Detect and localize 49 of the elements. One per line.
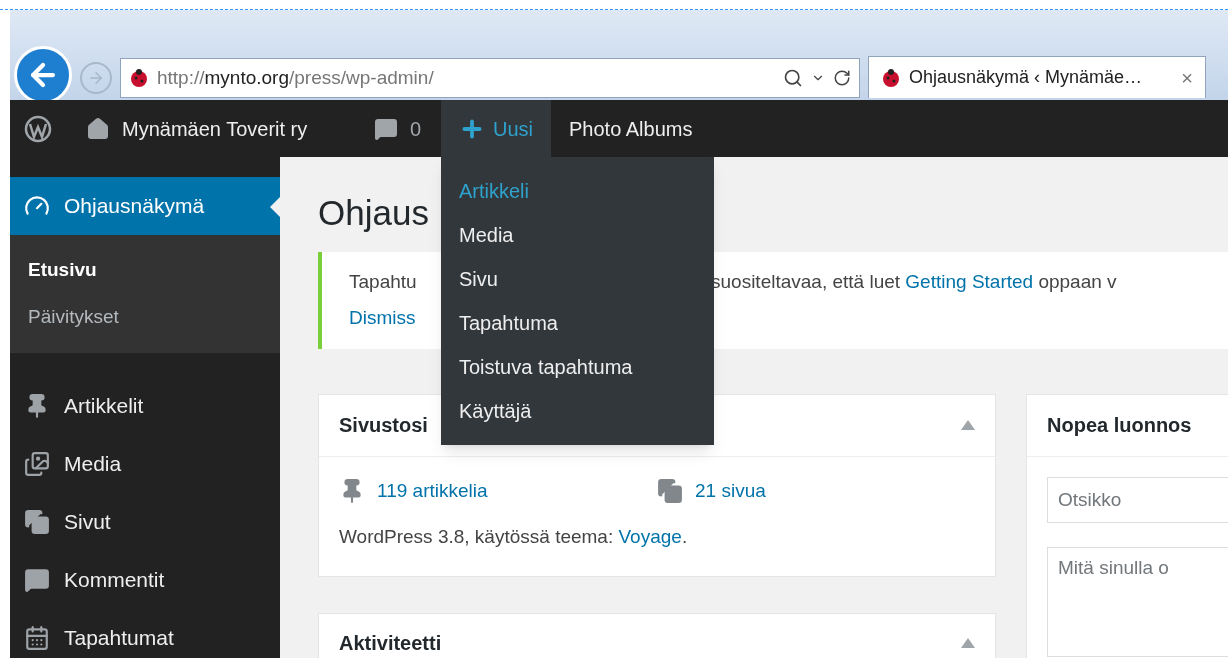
tab-title: Ohjausnäkymä ‹ Mynämäe… <box>909 66 1144 89</box>
pages-icon <box>657 477 683 504</box>
menu-item[interactable]: Media <box>441 213 714 257</box>
stat-link[interactable]: 21 sivua <box>695 476 766 505</box>
ladybug-icon <box>881 67 901 88</box>
stat-link[interactable]: 119 artikkelia <box>377 476 488 505</box>
sidebar-item[interactable]: Tapahtumat <box>10 609 280 658</box>
menu-item[interactable]: Artikkeli <box>441 169 714 213</box>
notice-text: Tapahtu <box>349 270 417 292</box>
comment-icon <box>24 567 50 593</box>
home-icon[interactable] <box>86 116 110 141</box>
close-tab-button[interactable]: × <box>1181 62 1193 93</box>
wordpress-logo[interactable] <box>24 114 52 143</box>
widget-title: Sivustosi <box>339 413 428 438</box>
widget-title: Nopea luonnos <box>1047 413 1192 438</box>
new-menu-button[interactable]: Uusi <box>441 100 551 157</box>
pages-icon <box>24 509 50 535</box>
title-input[interactable]: Otsikko <box>1047 476 1228 523</box>
version-text: WordPress 3.8, käytössä teema: Voyage. <box>339 525 689 549</box>
content-textarea[interactable]: Mitä sinulla o <box>1047 546 1228 657</box>
dismiss-link[interactable]: Dismiss <box>349 304 416 333</box>
sidebar-item[interactable]: Ohjausnäkymä <box>10 177 280 235</box>
url-text: http://mynto.org/press/wp-admin/ <box>157 65 435 90</box>
site-name-link[interactable]: Mynämäen Toverit ry <box>122 113 308 144</box>
submenu-item[interactable]: Päivitykset <box>10 294 280 341</box>
sidebar-item[interactable]: Sivut <box>10 493 280 551</box>
refresh-icon[interactable] <box>833 69 851 87</box>
calendar-icon <box>24 625 50 651</box>
getting-started-link[interactable]: Getting Started <box>905 270 1034 292</box>
forward-arrow-icon <box>87 69 105 87</box>
media-icon <box>24 451 50 477</box>
browser-tab[interactable]: Ohjausnäkymä ‹ Mynämäe… × <box>868 56 1206 98</box>
sidebar-item[interactable]: Media <box>10 435 280 493</box>
ladybug-icon <box>129 68 149 88</box>
menu-item[interactable]: Sivu <box>441 257 714 301</box>
sidebar-item[interactable]: Artikkelit <box>10 377 280 435</box>
address-bar[interactable]: http://mynto.org/press/wp-admin/ <box>120 58 860 98</box>
sidebar-item[interactable]: Kommentit <box>10 551 280 609</box>
menu-item[interactable]: Käyttäjä <box>441 389 714 433</box>
submenu-item[interactable]: Etusivu <box>10 247 280 294</box>
menu-item[interactable]: Tapahtuma <box>441 301 714 345</box>
admin-bar-link[interactable]: Photo Albums <box>551 100 711 157</box>
comment-icon[interactable] <box>374 116 398 141</box>
comment-count[interactable]: 0 <box>410 113 422 144</box>
theme-link[interactable]: Voyage <box>618 526 682 547</box>
page-title: Ohjaus <box>318 192 429 234</box>
widget-title: Aktiviteetti <box>339 630 442 656</box>
menu-item[interactable]: Toistuva tapahtuma <box>441 345 714 389</box>
search-icon[interactable] <box>783 68 803 88</box>
